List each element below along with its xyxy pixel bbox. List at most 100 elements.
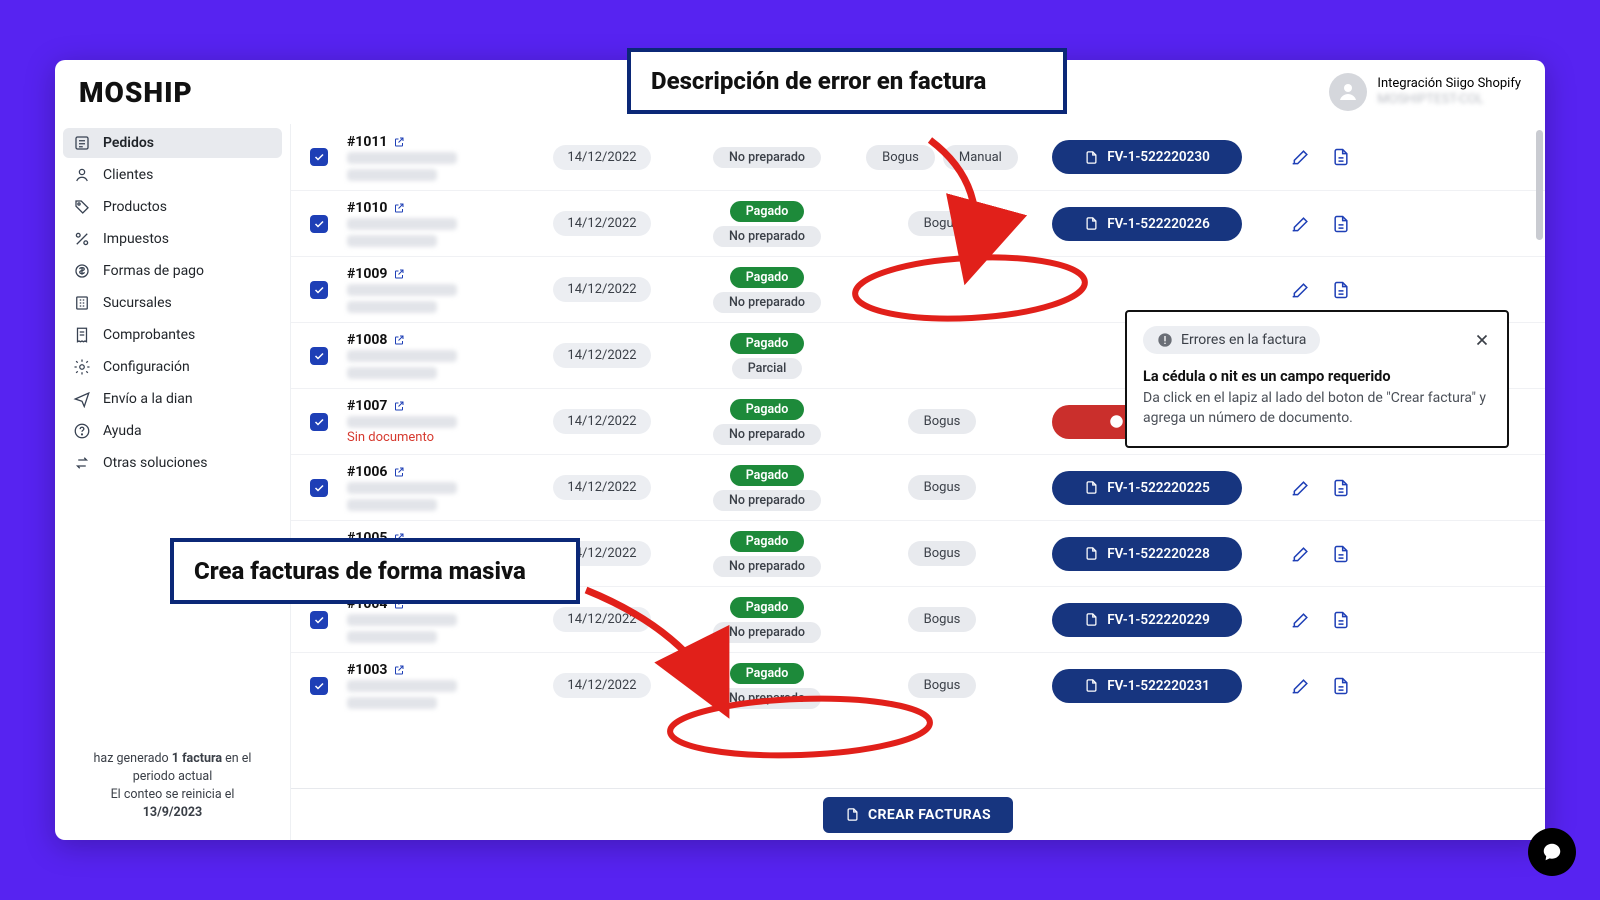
user-name: Integración Siigo Shopify bbox=[1377, 76, 1521, 92]
edit-icon[interactable] bbox=[1291, 280, 1311, 300]
document-icon[interactable] bbox=[1331, 478, 1351, 498]
sidebar-item-coin[interactable]: Formas de pago bbox=[63, 256, 282, 286]
order-date: 14/12/2022 bbox=[553, 475, 650, 500]
chat-fab[interactable] bbox=[1528, 828, 1576, 876]
document-icon[interactable] bbox=[1331, 147, 1351, 167]
invoice-button[interactable]: FV-1-522220226 bbox=[1052, 207, 1242, 241]
external-link-icon bbox=[393, 400, 405, 412]
order-date: 14/12/2022 bbox=[553, 277, 650, 302]
document-icon[interactable] bbox=[1331, 676, 1351, 696]
row-checkbox[interactable] bbox=[310, 347, 328, 365]
external-link-icon bbox=[393, 136, 405, 148]
row-checkbox[interactable] bbox=[310, 148, 328, 166]
payment-status: Pagado bbox=[730, 201, 805, 222]
invoice-button[interactable]: FV-1-522220229 bbox=[1052, 603, 1242, 637]
edit-icon[interactable] bbox=[1291, 214, 1311, 234]
sidebar-usage-footer: haz generado 1 factura en el periodo act… bbox=[63, 750, 282, 829]
fulfillment-status: No preparado bbox=[713, 490, 821, 511]
swap-icon bbox=[73, 454, 91, 472]
create-invoices-button[interactable]: CREAR FACTURAS bbox=[823, 797, 1013, 833]
payment-status: Pagado bbox=[730, 399, 805, 420]
order-number[interactable]: #1006 bbox=[347, 464, 527, 480]
bulk-action-bar: CREAR FACTURAS bbox=[291, 788, 1545, 840]
avatar bbox=[1329, 73, 1367, 111]
fulfillment-status: No preparado bbox=[713, 147, 821, 168]
gear-icon bbox=[73, 358, 91, 376]
help-icon bbox=[73, 422, 91, 440]
sidebar-item-receipt[interactable]: Comprobantes bbox=[63, 320, 282, 350]
edit-icon[interactable] bbox=[1291, 676, 1311, 696]
sidebar-item-gear[interactable]: Configuración bbox=[63, 352, 282, 382]
document-icon[interactable] bbox=[1331, 544, 1351, 564]
order-date: 14/12/2022 bbox=[553, 343, 650, 368]
receipt-icon bbox=[73, 326, 91, 344]
fulfillment-status: No preparado bbox=[713, 226, 821, 247]
sidebar-item-orders[interactable]: Pedidos bbox=[63, 128, 282, 158]
percent-icon bbox=[73, 230, 91, 248]
order-row: #1003 14/12/2022PagadoNo preparadoBogusF… bbox=[291, 652, 1545, 718]
edit-icon[interactable] bbox=[1291, 478, 1311, 498]
invoice-button[interactable]: FV-1-522220225 bbox=[1052, 471, 1242, 505]
payment-method-tag: Bogus bbox=[908, 673, 977, 698]
external-link-icon bbox=[393, 268, 405, 280]
main-panel: #1011 14/12/2022No preparadoBogusManualF… bbox=[291, 124, 1545, 840]
invoice-button[interactable]: FV-1-522220231 bbox=[1052, 669, 1242, 703]
document-icon[interactable] bbox=[1331, 214, 1351, 234]
row-checkbox[interactable] bbox=[310, 677, 328, 695]
sidebar-item-percent[interactable]: Impuestos bbox=[63, 224, 282, 254]
payment-method-tag: Bogus bbox=[866, 145, 935, 170]
order-number[interactable]: #1007 bbox=[347, 398, 527, 414]
edit-icon[interactable] bbox=[1291, 544, 1311, 564]
user-menu[interactable]: Integración Siigo Shopify MOSHIPTEST-COL bbox=[1329, 73, 1521, 111]
row-checkbox[interactable] bbox=[310, 479, 328, 497]
order-date: 14/12/2022 bbox=[553, 145, 650, 170]
sidebar-item-tag[interactable]: Productos bbox=[63, 192, 282, 222]
edit-icon[interactable] bbox=[1291, 610, 1311, 630]
order-number[interactable]: #1009 bbox=[347, 266, 527, 282]
fulfillment-status: Parcial bbox=[732, 358, 803, 379]
document-icon[interactable] bbox=[1331, 610, 1351, 630]
order-date: 14/12/2022 bbox=[553, 673, 650, 698]
external-link-icon bbox=[393, 466, 405, 478]
edit-icon[interactable] bbox=[1291, 147, 1311, 167]
order-number[interactable]: #1008 bbox=[347, 332, 527, 348]
order-warning: Sin documento bbox=[347, 430, 527, 445]
document-icon[interactable] bbox=[1331, 280, 1351, 300]
invoice-button[interactable]: FV-1-522220228 bbox=[1052, 537, 1242, 571]
sidebar-item-building[interactable]: Sucursales bbox=[63, 288, 282, 318]
order-number[interactable]: #1011 bbox=[347, 134, 527, 150]
sidebar-item-swap[interactable]: Otras soluciones bbox=[63, 448, 282, 478]
sidebar: PedidosClientesProductosImpuestosFormas … bbox=[55, 124, 291, 840]
row-checkbox[interactable] bbox=[310, 413, 328, 431]
sidebar-item-user[interactable]: Clientes bbox=[63, 160, 282, 190]
row-checkbox[interactable] bbox=[310, 611, 328, 629]
popover-title: La cédula o nit es un campo requerido bbox=[1143, 368, 1491, 385]
order-row: #1006 14/12/2022PagadoNo preparadoBogusF… bbox=[291, 454, 1545, 520]
close-icon[interactable] bbox=[1473, 331, 1491, 349]
annotation-callout-bulk: Crea facturas de forma masiva bbox=[170, 538, 580, 604]
user-icon bbox=[73, 166, 91, 184]
payment-method-tag: Bogus bbox=[908, 475, 977, 500]
payment-status: Pagado bbox=[730, 267, 805, 288]
sidebar-item-send[interactable]: Envío a la dian bbox=[63, 384, 282, 414]
scrollbar-thumb[interactable] bbox=[1536, 130, 1543, 240]
send-icon bbox=[73, 390, 91, 408]
payment-method-tag: Bogus bbox=[908, 541, 977, 566]
row-checkbox[interactable] bbox=[310, 215, 328, 233]
payment-status: Pagado bbox=[730, 663, 805, 684]
app-window: MOSHIP Integración Siigo Shopify MOSHIPT… bbox=[55, 60, 1545, 840]
fulfillment-status: No preparado bbox=[713, 424, 821, 445]
invoice-button[interactable]: FV-1-522220230 bbox=[1052, 140, 1242, 174]
popover-body: Da click en el lapiz al lado del boton d… bbox=[1143, 389, 1491, 428]
fulfillment-status: No preparado bbox=[713, 622, 821, 643]
tag-icon bbox=[73, 198, 91, 216]
row-checkbox[interactable] bbox=[310, 281, 328, 299]
user-subtext: MOSHIPTEST-COL bbox=[1377, 92, 1521, 108]
fulfillment-status: No preparado bbox=[713, 556, 821, 577]
order-date: 14/12/2022 bbox=[553, 211, 650, 236]
order-number[interactable]: #1003 bbox=[347, 662, 527, 678]
order-number[interactable]: #1010 bbox=[347, 200, 527, 216]
sidebar-item-help[interactable]: Ayuda bbox=[63, 416, 282, 446]
external-link-icon bbox=[393, 202, 405, 214]
payment-method-tag: Bogus bbox=[908, 211, 977, 236]
